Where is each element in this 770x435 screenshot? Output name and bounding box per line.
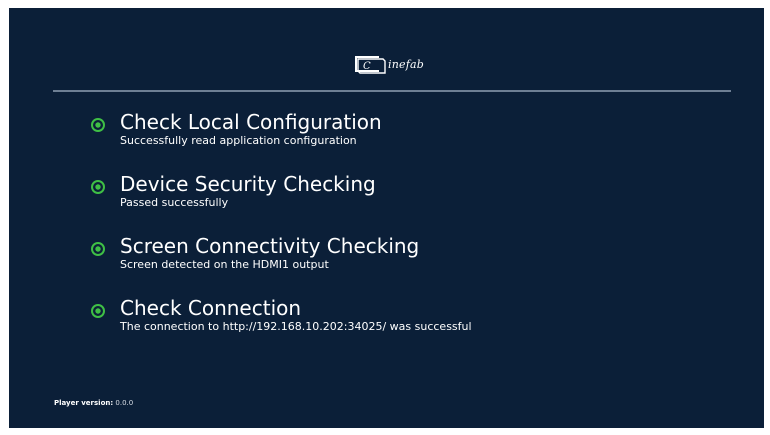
check-title: Device Security Checking [120, 172, 376, 196]
success-status-icon [91, 242, 105, 256]
logo-mark-icon: C [355, 56, 386, 74]
check-item-connection: Check Connection The connection to http:… [89, 296, 729, 358]
check-item-device-security: Device Security Checking Passed successf… [89, 172, 729, 234]
check-detail: Screen detected on the HDMI1 output [120, 258, 329, 271]
check-item-local-configuration: Check Local Configuration Successfully r… [89, 110, 729, 172]
check-item-screen-connectivity: Screen Connectivity Checking Screen dete… [89, 234, 729, 296]
check-title: Check Local Configuration [120, 110, 382, 134]
check-title: Screen Connectivity Checking [120, 234, 420, 258]
check-list: Check Local Configuration Successfully r… [89, 110, 729, 358]
success-status-icon [91, 180, 105, 194]
logo-text: inefab [388, 57, 424, 71]
player-version-label: Player version: [54, 399, 114, 407]
startup-check-screen: C inefab Check Local Configuration Succe… [9, 8, 764, 428]
svg-text:C: C [363, 61, 371, 72]
check-detail: The connection to http://192.168.10.202:… [120, 320, 472, 333]
success-status-icon [91, 304, 105, 318]
header-divider [53, 90, 731, 92]
player-version: Player version: 0.0.0 [54, 399, 133, 407]
player-version-value: 0.0.0 [115, 399, 134, 407]
check-detail: Passed successfully [120, 196, 229, 209]
check-detail: Successfully read application configurat… [120, 134, 357, 147]
success-status-icon [91, 118, 105, 132]
check-title: Check Connection [120, 296, 302, 320]
cinefab-logo: C inefab [353, 52, 424, 76]
